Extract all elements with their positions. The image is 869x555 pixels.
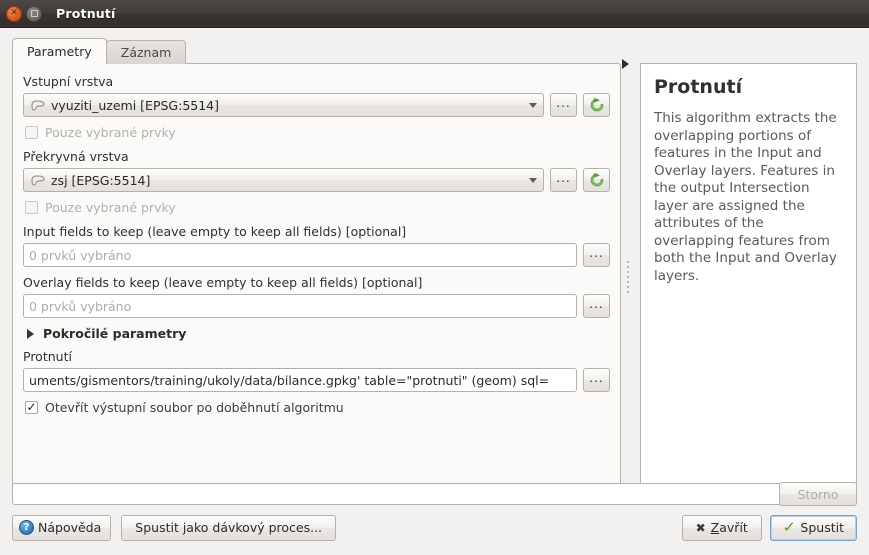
tab-bar: Parametry Záznam: [12, 38, 187, 64]
open-output-checkbox[interactable]: ✓: [25, 401, 38, 414]
close-button-mnemonic: Z: [710, 520, 720, 535]
input-selected-only-row: Pouze vybrané prvky: [25, 125, 610, 140]
help-button[interactable]: ? Nápověda: [12, 514, 112, 541]
help-panel: Protnutí This algorithm extracts the ove…: [640, 63, 857, 490]
window-title: Protnutí: [56, 6, 116, 21]
advanced-parameters-label: Pokročilé parametry: [43, 326, 187, 341]
open-output-label: Otevřít výstupní soubor po doběhnutí alg…: [45, 400, 344, 415]
help-icon: ?: [19, 520, 34, 535]
panel-splitter[interactable]: [623, 63, 634, 490]
input-layer-browse-button[interactable]: ...: [550, 93, 577, 117]
run-button-label: Spustit: [800, 520, 844, 535]
help-description: This algorithm extracts the overlapping …: [654, 110, 837, 284]
output-label: Protnutí: [23, 349, 72, 364]
close-button[interactable]: ✖ Zavřít: [681, 514, 762, 541]
close-button-label: avřít: [719, 520, 748, 535]
check-icon: ✓: [782, 518, 797, 536]
input-layer-combo[interactable]: vyuziti_uzemi [EPSG:5514]: [23, 93, 544, 117]
refresh-icon: [590, 173, 603, 187]
help-title: Protnutí: [654, 76, 743, 98]
input-fields-to-keep-row: 0 prvků vybráno ...: [23, 243, 610, 267]
input-layer-refresh-button[interactable]: [583, 93, 610, 117]
dialog-button-bar: ? Nápověda Spustit jako dávkový proces..…: [12, 514, 857, 541]
parameters-panel: Vstupní vrstva vyuziti_uzemi [EPSG:5514]…: [12, 63, 621, 490]
window-titlebar: ✕ Protnutí: [0, 0, 869, 28]
polygon-layer-icon: [30, 99, 46, 112]
polygon-layer-icon: [30, 174, 46, 187]
overlay-fields-to-keep-row: 0 prvků vybráno ...: [23, 294, 610, 318]
output-row: uments/gismentors/training/ukoly/data/bi…: [23, 368, 610, 392]
overlay-layer-refresh-button[interactable]: [583, 168, 610, 192]
progress-row: 0%: [12, 483, 857, 505]
chevron-down-icon[interactable]: [523, 169, 543, 191]
cancel-button: Storno: [779, 482, 857, 506]
input-fields-to-keep-input[interactable]: 0 prvků vybráno: [23, 243, 577, 267]
overlay-selected-only-checkbox: [25, 201, 38, 214]
overlay-selected-only-label: Pouze vybrané prvky: [45, 200, 176, 215]
primary-actions: ✖ Zavřít ✓ Spustit: [681, 514, 857, 541]
advanced-parameters-toggle[interactable]: Pokročilé parametry: [27, 326, 610, 341]
splitter-grip[interactable]: [627, 261, 629, 295]
overlay-layer-combo[interactable]: zsj [EPSG:5514]: [23, 168, 544, 192]
overlay-selected-only-row: Pouze vybrané prvky: [25, 200, 610, 215]
refresh-icon: [590, 98, 603, 112]
run-button[interactable]: ✓ Spustit: [769, 514, 857, 541]
input-layer-label: Vstupní vrstva: [23, 74, 114, 89]
overlay-layer-row: zsj [EPSG:5514] ...: [23, 168, 610, 192]
chevron-down-icon[interactable]: [523, 94, 543, 116]
run-as-batch-button[interactable]: Spustit jako dávkový proces...: [121, 514, 337, 541]
overlay-layer-label: Překryvná vrstva: [23, 149, 129, 164]
open-output-row[interactable]: ✓ Otevřít výstupní soubor po doběhnutí a…: [25, 400, 610, 415]
input-selected-only-label: Pouze vybrané prvky: [45, 125, 176, 140]
check-icon: ✓: [26, 400, 37, 414]
tab-zaznam[interactable]: Záznam: [105, 40, 187, 64]
input-layer-row: vyuziti_uzemi [EPSG:5514] ...: [23, 93, 610, 117]
tab-parametry[interactable]: Parametry: [12, 38, 107, 64]
dialog-body: Parametry Záznam Vstupní vrstva vyuziti_…: [0, 28, 869, 555]
input-fields-to-keep-label: Input fields to keep (leave empty to kee…: [23, 224, 407, 239]
progress-bar: 0%: [12, 483, 857, 505]
close-icon: ✖: [695, 520, 706, 535]
input-selected-only-checkbox: [25, 126, 38, 139]
output-path-input[interactable]: uments/gismentors/training/ukoly/data/bi…: [23, 368, 577, 392]
overlay-fields-to-keep-label: Overlay fields to keep (leave empty to k…: [23, 275, 423, 290]
overlay-fields-to-keep-input[interactable]: 0 prvků vybráno: [23, 294, 577, 318]
output-browse-button[interactable]: ...: [583, 368, 610, 392]
window-maximize-icon[interactable]: [26, 5, 42, 22]
overlay-layer-browse-button[interactable]: ...: [550, 168, 577, 192]
help-button-label: Nápověda: [38, 520, 102, 535]
chevron-right-icon: [27, 328, 34, 339]
input-fields-to-keep-browse-button[interactable]: ...: [583, 243, 610, 267]
input-layer-value: vyuziti_uzemi [EPSG:5514]: [51, 97, 220, 113]
overlay-fields-to-keep-browse-button[interactable]: ...: [583, 294, 610, 318]
window-close-icon[interactable]: ✕: [6, 5, 22, 22]
overlay-layer-value: zsj [EPSG:5514]: [51, 172, 151, 188]
